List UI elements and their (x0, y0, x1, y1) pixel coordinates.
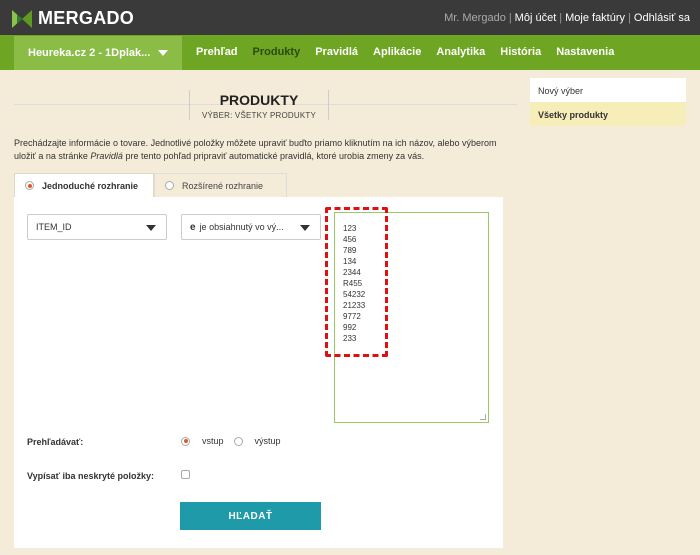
description-text-end: pre tento pohľad pripraviť automatické p… (122, 151, 425, 161)
operator-select-value: je obsiahnutý vo vý... (199, 222, 284, 232)
nav-item-analytics[interactable]: Analytika (436, 46, 485, 58)
nav-item-products[interactable]: Produkty (253, 46, 301, 58)
shop-selector[interactable]: Heureka.cz 2 - 1Dplak... (14, 36, 182, 70)
brand-name: MERGADO (38, 8, 135, 28)
hidden-only-checkbox[interactable] (181, 470, 190, 479)
search-button[interactable]: HĽADAŤ (180, 502, 321, 530)
mergado-logo-icon (12, 9, 32, 28)
main-nav: Prehľad Produkty Pravidlá Aplikácie Anal… (196, 46, 629, 58)
radio-empty-icon (165, 181, 174, 190)
interface-tabs: Jednoduché rozhranie Rozšírené rozhranie (14, 173, 287, 197)
nav-item-overview[interactable]: Prehľad (196, 46, 238, 58)
search-input-label: vstup (202, 436, 224, 446)
chevron-down-icon (158, 50, 168, 56)
rules-reference: Pravidlá (90, 151, 123, 161)
nav-item-settings[interactable]: Nastavenia (556, 46, 614, 58)
field-select-value: ITEM_ID (36, 222, 72, 232)
user-link[interactable]: Mr. Mergado (444, 12, 506, 24)
search-output-option[interactable]: výstup (233, 436, 281, 446)
tab-advanced[interactable]: Rozšírené rozhranie (154, 173, 287, 197)
account-links: Mr. Mergado | Môj účet | Moje faktúry | … (444, 12, 690, 24)
selection-sidebar: Nový výber Všetky produkty (530, 78, 686, 126)
top-bar: MERGADO Mr. Mergado | Môj účet | Moje fa… (0, 0, 700, 35)
page-subtitle: VÝBER: VŠETKY PRODUKTY (201, 111, 317, 120)
operator-icon: e (190, 221, 196, 233)
field-select[interactable]: ITEM_ID (27, 214, 167, 240)
search-output-label: výstup (254, 436, 281, 446)
shop-selector-value: Heureka.cz 2 - 1Dplak... (28, 47, 151, 59)
radio-selected-icon (181, 436, 190, 446)
page-description: Prechádzajte informácie o tovare. Jednot… (14, 137, 514, 163)
page-title-box: PRODUKTY VÝBER: VŠETKY PRODUKTY (189, 90, 329, 120)
search-in-options: vstup výstup (181, 436, 291, 446)
separator: | (628, 12, 631, 24)
all-products-link[interactable]: Všetky produkty (530, 102, 686, 126)
nav-item-rules[interactable]: Pravidlá (315, 46, 358, 58)
logout-link[interactable]: Odhlásiť sa (634, 12, 690, 24)
separator: | (508, 12, 512, 24)
highlight-annotation (325, 207, 388, 357)
search-in-label: Prehľadávať: (27, 437, 84, 447)
separator: | (559, 12, 563, 24)
tab-simple-label: Jednoduché rozhranie (42, 180, 139, 191)
radio-empty-icon (233, 436, 243, 446)
radio-selected-icon (25, 181, 34, 190)
operator-select[interactable]: e je obsiahnutý vo vý... (181, 214, 321, 240)
resize-handle-icon[interactable] (480, 414, 486, 420)
search-input-option[interactable]: vstup (181, 436, 224, 446)
invoices-link[interactable]: Moje faktúry (565, 12, 625, 24)
new-selection-link[interactable]: Nový výber (530, 78, 686, 102)
chevron-down-icon (300, 225, 310, 231)
my-account-link[interactable]: Môj účet (515, 12, 557, 24)
nav-item-history[interactable]: História (500, 46, 541, 58)
nav-item-apps[interactable]: Aplikácie (373, 46, 421, 58)
hidden-only-label: Vypísať iba neskryté položky: (27, 471, 155, 481)
chevron-down-icon (146, 225, 156, 231)
tab-advanced-label: Rozšírené rozhranie (182, 180, 264, 191)
tab-simple[interactable]: Jednoduché rozhranie (14, 173, 154, 197)
page-title: PRODUKTY (219, 92, 299, 108)
mergado-logo[interactable]: MERGADO (12, 8, 134, 29)
